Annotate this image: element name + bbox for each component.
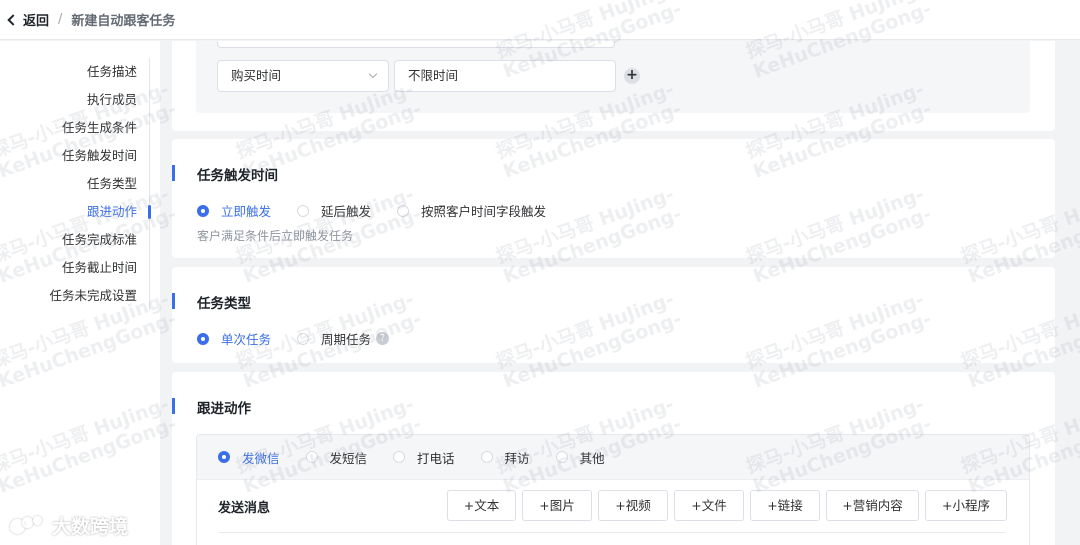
- radio-checked-icon: [218, 451, 230, 463]
- radio-label: 立即触发: [221, 204, 272, 219]
- radio-customer-time-field[interactable]: 按照客户时间字段触发: [397, 201, 546, 220]
- sidebar-item-incomplete-settings[interactable]: 任务未完成设置: [10, 282, 149, 310]
- sidebar-item-task-type[interactable]: 任务类型: [10, 170, 149, 198]
- back-label: 返回: [23, 14, 50, 29]
- radio-unchecked-icon: [297, 204, 310, 217]
- section-marker: [172, 165, 175, 181]
- radio-sms[interactable]: 发短信: [305, 448, 368, 467]
- top-bar: 返回 / 新建自动跟客任务: [0, 0, 1080, 40]
- brand-logo: 大数跨境: [8, 512, 128, 539]
- trigger-hint: 客户满足条件后立即触发任务: [197, 229, 354, 243]
- sidebar-item-task-description[interactable]: 任务描述: [10, 58, 149, 86]
- sidebar-item-members[interactable]: 执行成员: [10, 86, 149, 114]
- radio-immediate[interactable]: 立即触发: [197, 201, 271, 220]
- condition-value-input[interactable]: 不限时间: [394, 60, 616, 92]
- action-panel: 发微信 发短信 打电话 拜访 其他 发送消息 +文本 +图片 +视频 +文件 +…: [196, 434, 1030, 545]
- add-mini-program-button[interactable]: +小程序: [925, 490, 1007, 521]
- radio-call[interactable]: 打电话: [393, 448, 455, 467]
- section-title: 任务类型: [197, 296, 251, 312]
- trigger-time-card: 任务触发时间 立即触发 延后触发 按照客户时间字段触发 客户满足条件后立即触发任…: [172, 139, 1055, 258]
- action-type-radio-group: 发微信 发短信 打电话 拜访 其他: [197, 435, 1029, 480]
- follow-action-card: 跟进动作 发微信 发短信 打电话 拜访 其他 发送消息 +文本 +图片 +视频 …: [172, 372, 1055, 545]
- section-marker: [172, 293, 175, 309]
- radio-label: 按照客户时间字段触发: [421, 204, 547, 219]
- radio-delayed[interactable]: 延后触发: [297, 201, 371, 220]
- help-icon[interactable]: ?: [376, 332, 390, 345]
- brand-icon: [8, 514, 48, 538]
- sidebar-item-generation-conditions[interactable]: 任务生成条件: [10, 114, 149, 142]
- radio-unchecked-icon: [393, 451, 406, 463]
- section-title: 任务触发时间: [197, 168, 278, 184]
- add-marketing-content-button[interactable]: +营销内容: [826, 490, 919, 521]
- radio-unchecked-icon: [555, 451, 568, 463]
- section-title: 跟进动作: [197, 401, 251, 417]
- radio-label: 发短信: [329, 450, 368, 466]
- add-text-button[interactable]: +文本: [447, 490, 516, 521]
- chevron-left-icon: [7, 13, 19, 26]
- radio-label: 延后触发: [321, 204, 372, 219]
- section-nav: 任务描述 执行成员 任务生成条件 任务触发时间 任务类型 跟进动作 任务完成标准…: [10, 58, 151, 310]
- condition-panel: 购买时间 不限时间 +: [196, 41, 1030, 113]
- radio-single-task[interactable]: 单次任务: [197, 329, 271, 348]
- radio-checked-icon: [197, 204, 209, 217]
- back-button[interactable]: 返回: [6, 10, 49, 29]
- sidebar-item-trigger-time[interactable]: 任务触发时间: [10, 142, 149, 170]
- condition-field-value: 购买时间: [231, 68, 282, 83]
- add-condition-icon[interactable]: +: [624, 68, 640, 84]
- radio-visit[interactable]: 拜访: [480, 448, 530, 467]
- trigger-radio-group: 立即触发 延后触发 按照客户时间字段触发: [197, 201, 572, 220]
- task-type-card: 任务类型 单次任务 周期任务 ?: [172, 267, 1055, 363]
- sidebar-item-completion-standard[interactable]: 任务完成标准: [10, 226, 149, 254]
- chevron-down-icon: [368, 69, 378, 79]
- radio-label: 发微信: [242, 450, 280, 466]
- breadcrumb-separator: /: [58, 12, 63, 27]
- add-link-button[interactable]: +链接: [750, 490, 820, 521]
- sidebar-item-deadline[interactable]: 任务截止时间: [10, 254, 149, 282]
- section-marker: [172, 398, 175, 414]
- radio-label: 周期任务: [321, 332, 372, 347]
- brand-label: 大数跨境: [52, 516, 129, 538]
- add-file-button[interactable]: +文件: [674, 490, 744, 521]
- radio-unchecked-icon: [480, 451, 493, 463]
- radio-wechat[interactable]: 发微信: [218, 448, 280, 467]
- task-type-radio-group: 单次任务 周期任务 ?: [197, 329, 390, 348]
- radio-label: 打电话: [417, 450, 455, 466]
- radio-label: 单次任务: [221, 332, 272, 347]
- radio-periodic-task[interactable]: 周期任务 ?: [297, 329, 390, 348]
- radio-label: 拜访: [504, 450, 530, 466]
- message-type-buttons: +文本 +图片 +视频 +文件 +链接 +营销内容 +小程序: [447, 490, 1007, 521]
- radio-unchecked-icon: [397, 204, 410, 217]
- conditions-card: 购买时间 不限时间 +: [172, 41, 1055, 131]
- add-image-button[interactable]: +图片: [522, 490, 592, 521]
- radio-other[interactable]: 其他: [555, 448, 605, 467]
- previous-condition-input[interactable]: [217, 41, 615, 48]
- divider: [218, 532, 1005, 533]
- sidebar: 任务描述 执行成员 任务生成条件 任务触发时间 任务类型 跟进动作 任务完成标准…: [0, 41, 160, 545]
- radio-unchecked-icon: [297, 332, 310, 345]
- page-title: 新建自动跟客任务: [71, 14, 176, 29]
- radio-label: 其他: [579, 450, 605, 466]
- sidebar-item-follow-action[interactable]: 跟进动作: [10, 198, 151, 226]
- radio-checked-icon: [197, 332, 209, 345]
- add-video-button[interactable]: +视频: [598, 490, 668, 521]
- radio-unchecked-icon: [305, 451, 318, 463]
- condition-value-text: 不限时间: [408, 68, 459, 83]
- send-message-label: 发送消息: [218, 501, 271, 516]
- condition-field-select[interactable]: 购买时间: [217, 60, 389, 92]
